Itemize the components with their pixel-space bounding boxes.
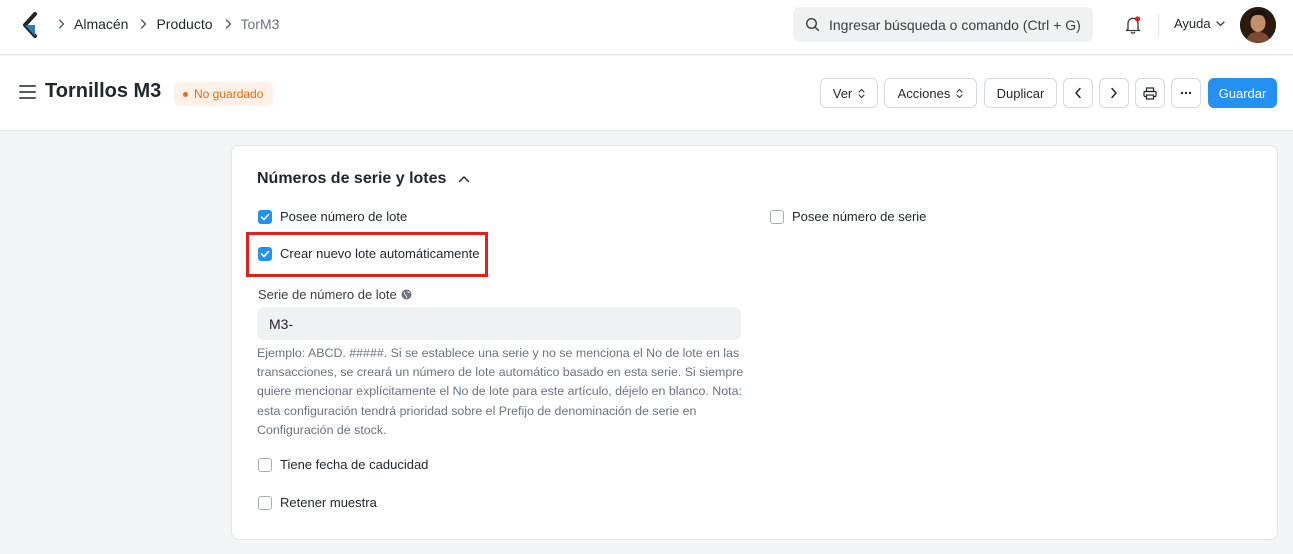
chevron-left-icon — [1075, 87, 1081, 99]
breadcrumb: Almacén Producto TorM3 — [58, 0, 291, 48]
checkbox-unchecked-icon[interactable] — [258, 457, 272, 472]
previous-button[interactable] — [1063, 78, 1093, 108]
breadcrumb-producto[interactable]: Producto — [156, 16, 212, 32]
checkbox-unchecked-icon[interactable] — [770, 209, 784, 224]
menu-icon[interactable] — [19, 85, 36, 99]
has-serial-no-label: Posee número de serie — [792, 209, 927, 224]
navbar: Almacén Producto TorM3 Ingresar búsqueda… — [0, 0, 1293, 55]
retain-sample-checkbox[interactable]: Retener muestra — [258, 495, 377, 510]
help-label: Ayuda — [1174, 16, 1211, 31]
checkbox-unchecked-icon[interactable] — [258, 495, 272, 510]
app-logo-icon[interactable] — [22, 12, 38, 38]
status-dot-icon — [183, 91, 188, 97]
has-serial-no-checkbox[interactable]: Posee número de serie — [770, 209, 926, 224]
updown-icon — [956, 88, 963, 98]
more-button[interactable] — [1171, 78, 1201, 108]
section-header[interactable]: Números de serie y lotes — [257, 170, 470, 188]
chevron-right-icon — [1111, 87, 1117, 99]
batch-series-label: Serie de número de lote — [258, 287, 412, 302]
duplicate-button[interactable]: Duplicar — [984, 78, 1057, 108]
next-button[interactable] — [1099, 78, 1129, 108]
page-title: Tornillos M3 — [45, 80, 162, 102]
status-badge-label: No guardado — [194, 87, 264, 101]
breadcrumb-current[interactable]: TorM3 — [241, 16, 280, 32]
search-icon — [805, 17, 820, 32]
printer-icon — [1143, 86, 1157, 100]
user-avatar[interactable] — [1240, 7, 1276, 43]
globe-icon — [401, 289, 412, 300]
batch-series-label-text: Serie de número de lote — [258, 287, 397, 302]
batch-series-input[interactable]: M3- — [257, 307, 741, 340]
view-button[interactable]: Ver — [820, 78, 878, 108]
checkbox-checked-icon[interactable] — [258, 209, 272, 224]
serial-batch-section: Números de serie y lotes Posee número de… — [231, 145, 1278, 540]
notification-bell-icon[interactable] — [1124, 15, 1142, 35]
has-batch-no-checkbox[interactable]: Posee número de lote — [258, 209, 407, 224]
search-bar[interactable]: Ingresar búsqueda o comando (Ctrl + G) — [793, 7, 1093, 42]
has-expiry-date-label: Tiene fecha de caducidad — [280, 457, 429, 472]
chevron-up-icon — [459, 176, 470, 183]
avatar-portrait-icon — [1240, 7, 1276, 43]
retain-sample-label: Retener muestra — [280, 495, 377, 510]
breadcrumb-almacen[interactable]: Almacén — [74, 16, 128, 32]
has-batch-no-label: Posee número de lote — [280, 209, 408, 224]
navbar-divider — [1158, 14, 1159, 36]
create-new-batch-label: Crear nuevo lote automáticamente — [280, 246, 480, 261]
chevron-right-icon — [58, 19, 66, 29]
chevron-right-icon — [140, 19, 148, 29]
actions-button-label: Acciones — [897, 85, 951, 101]
page-header: Tornillos M3 No guardado Ver Acciones Du… — [0, 56, 1293, 131]
actions-button[interactable]: Acciones — [884, 78, 977, 108]
chevron-right-icon — [225, 19, 233, 29]
status-badge: No guardado — [174, 82, 274, 106]
batch-series-description: Ejemplo: ABCD. #####. Si se establece un… — [257, 346, 744, 437]
chevron-down-icon — [1215, 20, 1225, 26]
more-horizontal-icon — [1180, 91, 1192, 95]
updown-icon — [858, 88, 865, 98]
section-title: Números de serie y lotes — [257, 170, 447, 187]
search-placeholder: Ingresar búsqueda o comando (Ctrl + G) — [829, 16, 1081, 33]
view-button-label: Ver — [832, 85, 853, 101]
create-new-batch-checkbox[interactable]: Crear nuevo lote automáticamente — [258, 246, 479, 261]
print-button[interactable] — [1135, 78, 1165, 108]
checkbox-checked-icon[interactable] — [258, 246, 272, 261]
help-dropdown[interactable]: Ayuda — [1174, 16, 1225, 31]
save-button[interactable]: Guardar — [1208, 78, 1277, 108]
has-expiry-date-checkbox[interactable]: Tiene fecha de caducidad — [258, 457, 428, 472]
